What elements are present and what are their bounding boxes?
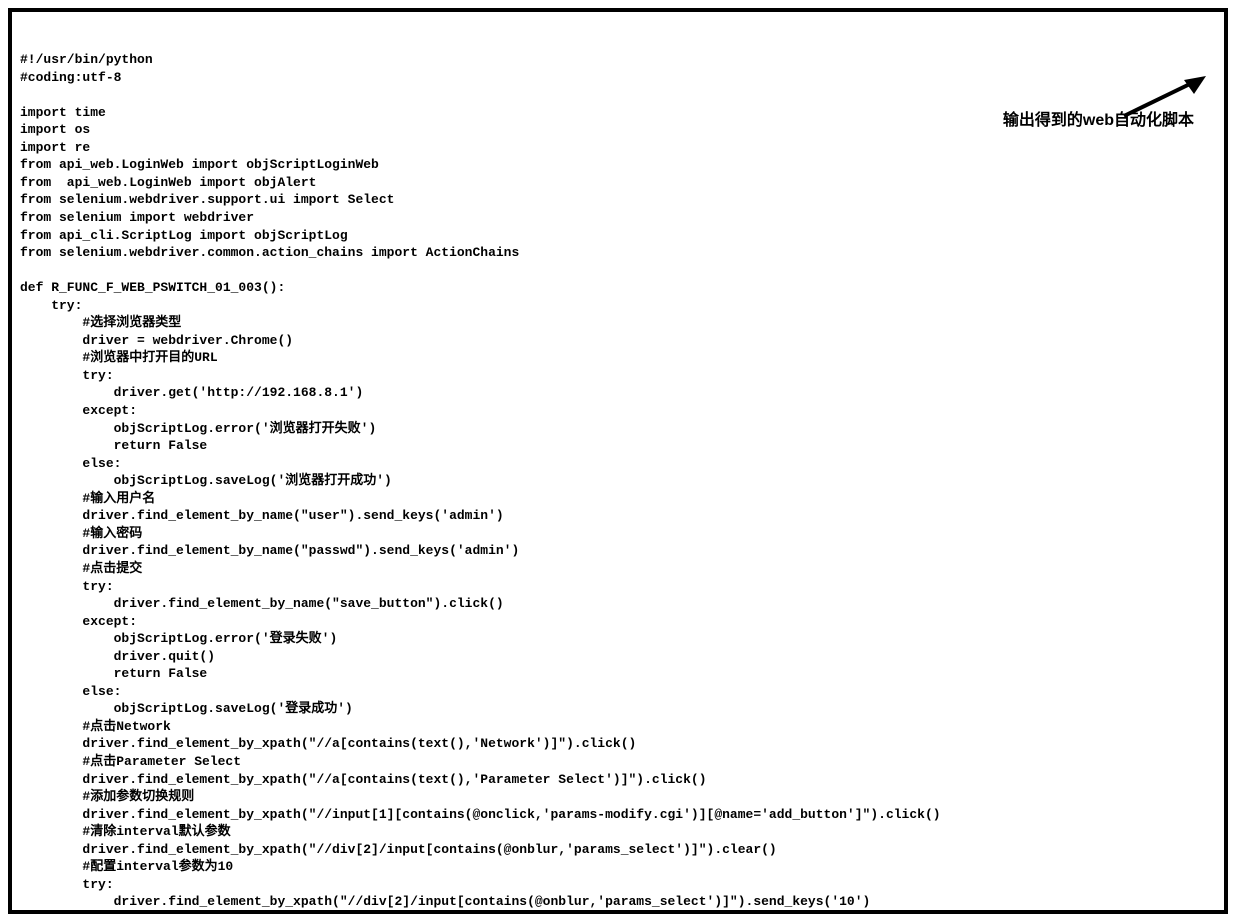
code-line: driver.find_element_by_xpath("//a[contai… (20, 771, 1216, 789)
code-line: driver.find_element_by_xpath("//a[contai… (20, 735, 1216, 753)
code-line: driver.quit() (20, 648, 1216, 666)
code-line: #点击Parameter Select (20, 753, 1216, 771)
code-line: else: (20, 683, 1216, 701)
code-line: objScriptLog.error('浏览器打开失败') (20, 420, 1216, 438)
code-line: except: (20, 402, 1216, 420)
code-line: #coding:utf-8 (20, 69, 1216, 87)
code-line: #配置interval参数为10 (20, 858, 1216, 876)
code-line: #选择浏览器类型 (20, 314, 1216, 332)
code-line: return False (20, 437, 1216, 455)
code-line: try: (20, 297, 1216, 315)
code-line: #点击Network (20, 718, 1216, 736)
code-line: from api_cli.ScriptLog import objScriptL… (20, 227, 1216, 245)
code-line: #添加参数切换规则 (20, 788, 1216, 806)
code-line: def R_FUNC_F_WEB_PSWITCH_01_003(): (20, 279, 1216, 297)
code-line: from api_web.LoginWeb import objScriptLo… (20, 156, 1216, 174)
code-line: #输入密码 (20, 525, 1216, 543)
annotation-label: 输出得到的web自动化脚本 (1003, 110, 1194, 132)
code-line: driver.get('http://192.168.8.1') (20, 384, 1216, 402)
code-line: objScriptLog.saveLog('浏览器打开成功') (20, 472, 1216, 490)
code-line: #点击提交 (20, 560, 1216, 578)
code-line: from selenium.webdriver.support.ui impor… (20, 191, 1216, 209)
code-line: objScriptLog.error('登录失败') (20, 630, 1216, 648)
code-line: import re (20, 139, 1216, 157)
code-line: else: (20, 455, 1216, 473)
code-frame: #!/usr/bin/python#coding:utf-8 import ti… (8, 8, 1228, 914)
code-line: #浏览器中打开目的URL (20, 349, 1216, 367)
code-line: driver = webdriver.Chrome() (20, 332, 1216, 350)
code-line (20, 262, 1216, 280)
code-line: except: (20, 911, 1216, 914)
code-line: driver.find_element_by_name("save_button… (20, 595, 1216, 613)
code-line: from selenium.webdriver.common.action_ch… (20, 244, 1216, 262)
code-line: #输入用户名 (20, 490, 1216, 508)
code-line: objScriptLog.saveLog('登录成功') (20, 700, 1216, 718)
code-line: from api_web.LoginWeb import objAlert (20, 174, 1216, 192)
code-line: try: (20, 876, 1216, 894)
code-line: try: (20, 367, 1216, 385)
code-line: driver.find_element_by_name("user").send… (20, 507, 1216, 525)
code-line: try: (20, 578, 1216, 596)
code-line: return False (20, 665, 1216, 683)
code-line: driver.find_element_by_xpath("//div[2]/i… (20, 841, 1216, 859)
code-line: #!/usr/bin/python (20, 51, 1216, 69)
code-line: from selenium import webdriver (20, 209, 1216, 227)
code-line: driver.find_element_by_name("passwd").se… (20, 542, 1216, 560)
code-line: driver.find_element_by_xpath("//div[2]/i… (20, 893, 1216, 911)
code-line (20, 86, 1216, 104)
code-line: #清除interval默认参数 (20, 823, 1216, 841)
code-listing: #!/usr/bin/python#coding:utf-8 import ti… (20, 51, 1216, 914)
code-line: driver.find_element_by_xpath("//input[1]… (20, 806, 1216, 824)
code-line: except: (20, 613, 1216, 631)
